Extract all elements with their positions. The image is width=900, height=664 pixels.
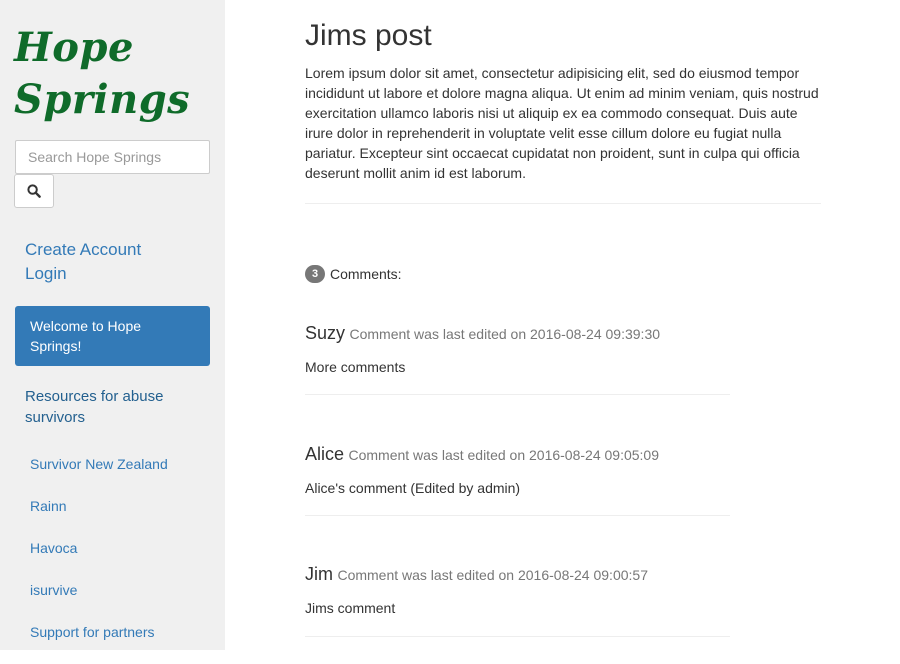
comment-meta: Comment was last edited on 2016-08-24 09… [349, 326, 661, 342]
comment-author: Suzy [305, 323, 346, 343]
logo-line-2: Springs [14, 76, 191, 123]
resource-link-support-for-partners[interactable]: Support for partners [30, 624, 155, 640]
comment-divider [305, 394, 730, 395]
comment-text: Alice's comment (Edited by admin) [305, 480, 521, 496]
comment-text: More comments [305, 359, 406, 375]
resource-link-isurvive[interactable]: isurvive [30, 582, 77, 598]
comments-label: Comments: [330, 266, 402, 282]
resource-link-havoca[interactable]: Havoca [30, 540, 77, 556]
comment-header: Alice Comment was last edited on 2016-08… [305, 444, 730, 470]
site-logo[interactable]: Hope Springs [14, 22, 214, 126]
comment-item: Suzy Comment was last edited on 2016-08-… [305, 323, 730, 377]
resource-list: Survivor New Zealand Rainn Havoca isurvi… [30, 454, 168, 664]
logo-line-1: Hope [14, 24, 134, 71]
resource-item: isurvive [30, 580, 168, 622]
comment-item: Alice Comment was last edited on 2016-08… [305, 444, 730, 498]
resource-link-rainn[interactable]: Rainn [30, 498, 67, 514]
comments-count: 3 Comments: [305, 265, 402, 283]
resource-item: Survivor New Zealand [30, 454, 168, 496]
comment-item: Jim Comment was last edited on 2016-08-2… [305, 564, 730, 618]
comment-count-badge: 3 [305, 265, 325, 283]
post-title: Jims post [305, 19, 432, 52]
comment-meta: Comment was last edited on 2016-08-24 09… [348, 447, 659, 463]
login-link[interactable]: Login [25, 262, 141, 286]
create-account-link[interactable]: Create Account [25, 238, 141, 262]
account-links: Create Account Login [25, 238, 141, 286]
comment-author: Jim [305, 564, 333, 584]
comment-divider [305, 515, 730, 516]
post-divider [305, 203, 821, 204]
search-input[interactable] [15, 140, 210, 174]
comment-meta: Comment was last edited on 2016-08-24 09… [337, 567, 648, 583]
search-button[interactable] [14, 174, 54, 208]
resource-link-survivor-new-zealand[interactable]: Survivor New Zealand [30, 456, 168, 472]
resources-heading-link[interactable]: Resources for abuse survivors [25, 386, 205, 428]
resource-item: Support for partners [30, 622, 168, 664]
resource-item: Rainn [30, 496, 168, 538]
comment-divider [305, 636, 730, 637]
comment-header: Suzy Comment was last edited on 2016-08-… [305, 323, 730, 349]
comment-header: Jim Comment was last edited on 2016-08-2… [305, 564, 730, 590]
welcome-item[interactable]: Welcome to Hope Springs! [15, 306, 210, 366]
search-icon [27, 184, 41, 198]
resource-item: Havoca [30, 538, 168, 580]
comment-author: Alice [305, 444, 345, 464]
sidebar: Hope Springs Create Account Login Welcom… [0, 0, 225, 650]
post-body: Lorem ipsum dolor sit amet, consectetur … [305, 65, 819, 181]
comment-text: Jims comment [305, 600, 396, 616]
